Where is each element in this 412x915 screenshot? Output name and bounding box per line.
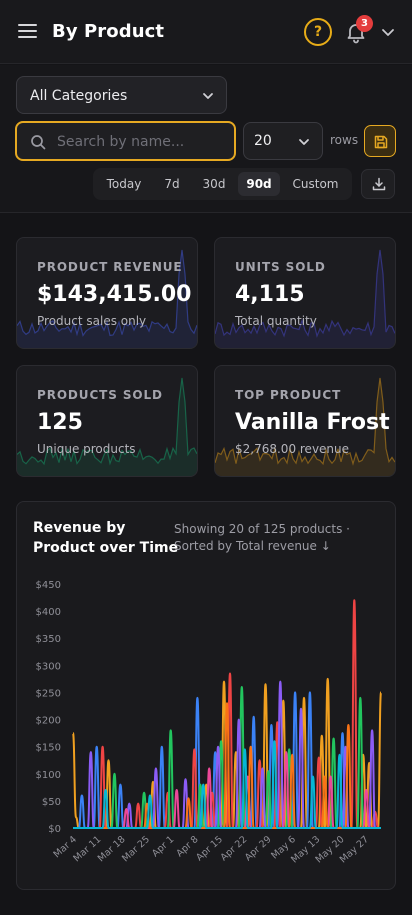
date-range-tabs: Today 7d 30d 90d Custom xyxy=(93,168,352,200)
stat-subtext: Unique products xyxy=(37,442,136,456)
rows-select-value: 20 xyxy=(254,133,272,149)
rows-select[interactable]: 20 xyxy=(243,122,323,160)
stat-subtext: Total quantity xyxy=(235,314,317,328)
stat-card-units-sold: UNITS SOLD 4,115 Total quantity xyxy=(214,237,396,349)
search-icon xyxy=(31,135,46,150)
y-tick-label: $400 xyxy=(36,607,61,618)
chevron-down-icon xyxy=(299,139,309,145)
search-input[interactable] xyxy=(57,131,227,153)
x-tick-label: Apr 15 xyxy=(194,834,225,863)
stat-label: TOP PRODUCT xyxy=(235,388,342,402)
chevron-down-icon xyxy=(203,93,213,99)
save-icon xyxy=(374,135,388,149)
menu-icon[interactable] xyxy=(18,22,38,40)
chevron-down-icon[interactable] xyxy=(380,24,396,40)
tab-custom[interactable]: Custom xyxy=(285,172,346,196)
stat-card-products-sold: PRODUCTS SOLD 125 Unique products xyxy=(16,365,198,477)
search-field[interactable] xyxy=(15,121,236,161)
x-tick-label: Apr 1 xyxy=(150,834,176,859)
y-tick-label: $250 xyxy=(36,688,61,699)
y-tick-label: $300 xyxy=(36,661,61,672)
stat-label: UNITS SOLD xyxy=(235,260,326,274)
app-header: By Product ? 3 xyxy=(0,0,412,64)
stat-card-product-revenue: PRODUCT REVENUE $143,415.00 Product sale… xyxy=(16,237,198,349)
stat-subtext: $2,768.00 revenue xyxy=(235,442,350,456)
category-select-value: All Categories xyxy=(30,88,128,104)
y-tick-label: $0 xyxy=(48,824,61,835)
y-tick-label: $450 xyxy=(36,580,61,591)
chart-title: Revenue by Product over Time xyxy=(33,520,179,556)
y-tick-label: $50 xyxy=(42,797,61,808)
stat-value: 125 xyxy=(37,410,83,435)
filter-bar: All Categories 20 rows Today 7d 30d 90d … xyxy=(0,65,412,213)
stat-value: 4,115 xyxy=(235,282,305,307)
category-select[interactable]: All Categories xyxy=(16,76,227,114)
y-tick-label: $100 xyxy=(36,770,61,781)
chart-subtitle: Showing 20 of 125 products · Sorted by T… xyxy=(174,522,350,553)
stat-label: PRODUCT REVENUE xyxy=(37,260,183,274)
x-tick-label: Mar 25 xyxy=(120,834,152,864)
tab-7d[interactable]: 7d xyxy=(153,172,191,196)
save-view-button[interactable] xyxy=(364,125,396,157)
tab-today[interactable]: Today xyxy=(99,172,149,196)
download-icon xyxy=(372,177,386,191)
y-tick-label: $350 xyxy=(36,634,61,645)
stat-value: $143,415.00 xyxy=(37,282,192,307)
stat-value: Vanilla Frost xyxy=(235,410,390,435)
stat-subtext: Product sales only xyxy=(37,314,147,328)
rows-label: rows xyxy=(330,133,359,147)
y-tick-label: $150 xyxy=(36,743,61,754)
page-title: By Product xyxy=(52,21,165,42)
x-tick-label: Apr 29 xyxy=(243,834,274,863)
download-button[interactable] xyxy=(361,169,395,199)
stat-card-top-product: TOP PRODUCT Vanilla Frost $2,768.00 reve… xyxy=(214,365,396,477)
y-tick-label: $200 xyxy=(36,716,61,727)
tab-30d[interactable]: 30d xyxy=(195,172,233,196)
x-tick-label: Apr 22 xyxy=(219,834,250,863)
notification-badge: 3 xyxy=(356,15,373,32)
help-icon[interactable]: ? xyxy=(304,18,332,46)
revenue-line-chart: $0 $50 $100 $150 $200 $250 $300 $350 $400 $450 Mar… xyxy=(36,580,382,865)
stat-label: PRODUCTS SOLD xyxy=(37,388,163,402)
tab-90d[interactable]: 90d xyxy=(238,172,280,196)
revenue-chart-card: $0 $50 $100 $150 $200 $250 $300 $350 $400 $450 Mar… xyxy=(16,501,396,890)
